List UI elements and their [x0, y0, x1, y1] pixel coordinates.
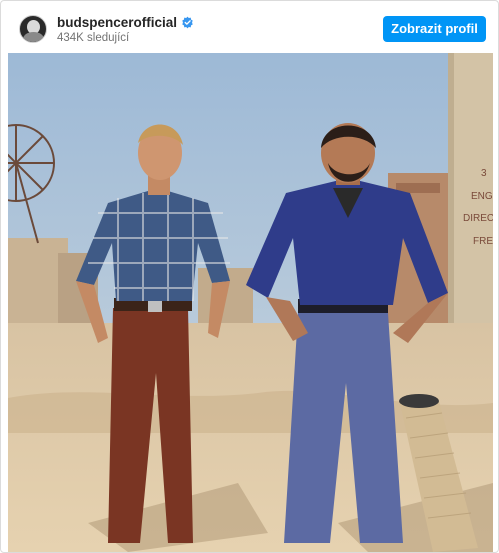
verified-badge-icon [182, 16, 193, 29]
profile-avatar[interactable] [19, 15, 47, 43]
post-header: budspencerofficial 434K sledující Zobraz… [1, 1, 498, 53]
username-row: budspencerofficial [57, 15, 194, 30]
sign-line-4: FREN [473, 236, 493, 247]
sign-line-3: DIRECCI [463, 213, 493, 224]
follower-count: 434K sledující [57, 32, 130, 44]
username-link[interactable]: budspencerofficial [57, 15, 177, 30]
instagram-embed-card: budspencerofficial 434K sledující Zobraz… [0, 0, 499, 553]
photo-illustration: 3 ENGR DIRECCI FREN [8, 53, 493, 552]
view-profile-button[interactable]: Zobrazit profil [383, 16, 486, 42]
sign-line-1: 3 [481, 168, 487, 179]
post-photo[interactable]: 3 ENGR DIRECCI FREN [8, 53, 493, 552]
sign-line-2: ENGR [471, 191, 493, 202]
avatar-body [23, 32, 44, 42]
